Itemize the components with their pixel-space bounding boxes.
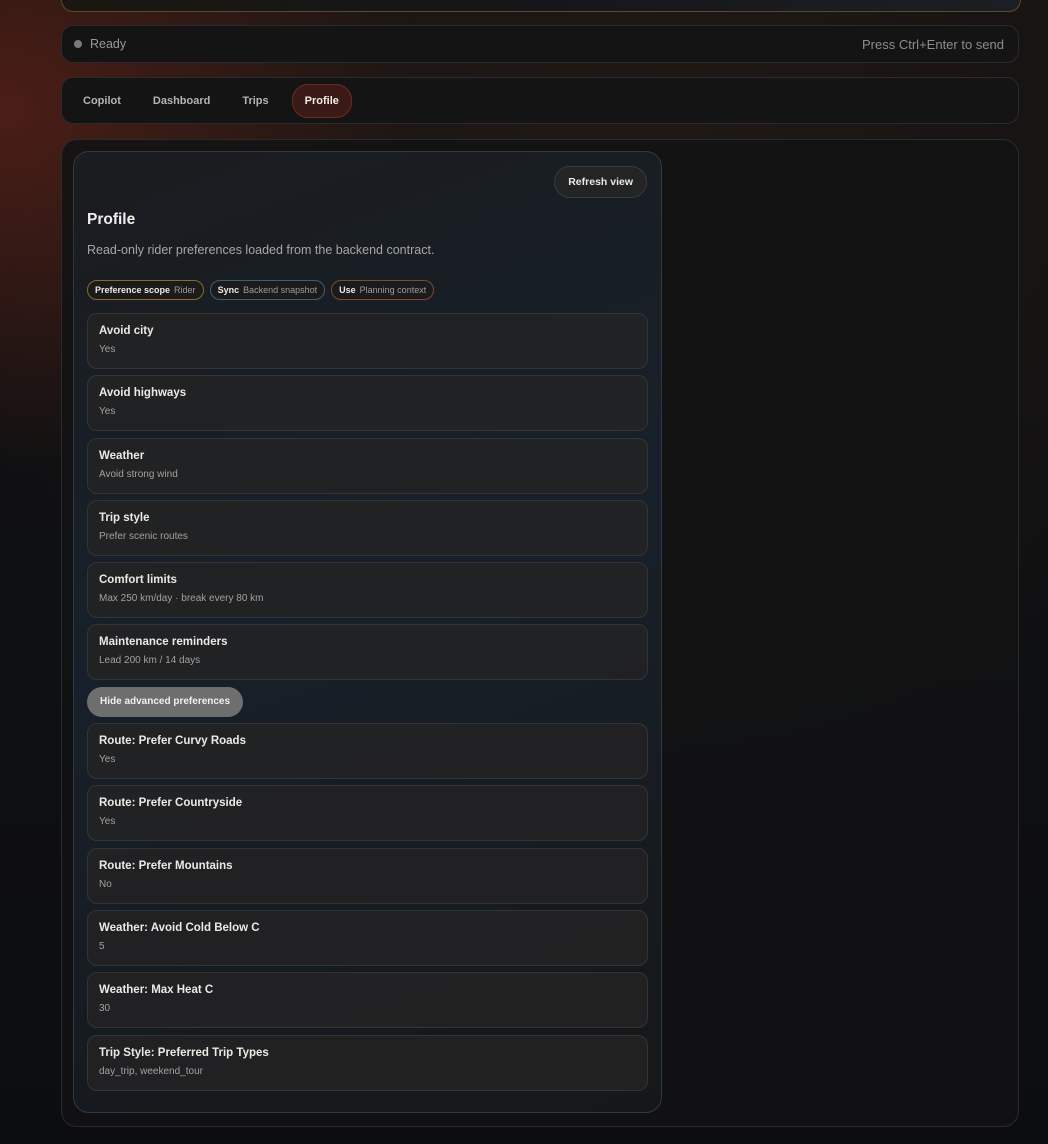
preference-label: Avoid city	[99, 325, 154, 337]
preference-label: Avoid highways	[99, 387, 187, 400]
preference-value: No	[99, 878, 112, 890]
hide-advanced-preferences-button[interactable]: Hide advanced preferences	[87, 686, 244, 717]
context-chips: Preference scope Rider Sync Backend snap…	[87, 280, 435, 300]
tab-copilot[interactable]: Copilot	[74, 84, 130, 118]
page-subtitle: Read-only rider preferences loaded from …	[87, 243, 435, 257]
preference-label: Trip Style: Preferred Trip Types	[99, 1046, 269, 1059]
refresh-view-button[interactable]: Refresh view	[554, 166, 647, 198]
preference-label: Route: Prefer Mountains	[99, 859, 233, 872]
preference-item: Weather Avoid strong wind	[87, 437, 648, 494]
status-text: Ready	[90, 37, 127, 51]
advanced-preference-item: Weather: Avoid Cold Below C 5	[87, 909, 648, 966]
preference-label: Maintenance reminders	[99, 636, 228, 649]
advanced-preference-item: Weather: Max Heat C 30	[87, 972, 648, 1029]
preference-value: Avoid strong wind	[99, 468, 178, 480]
chip-preference-scope: Preference scope Rider	[87, 280, 204, 300]
preference-item: Trip style Prefer scenic routes	[87, 499, 648, 556]
advanced-preference-item: Route: Prefer Countryside Yes	[87, 785, 648, 842]
profile-card: Refresh view Profile Read-only rider pre…	[73, 151, 662, 1113]
preference-item: Avoid highways Yes	[87, 375, 648, 432]
chip-use: Use Planning context	[331, 280, 435, 300]
chip-value: Rider	[174, 285, 196, 295]
chip-key: Preference scope	[95, 285, 171, 295]
preference-label: Trip style	[99, 511, 150, 524]
chip-value: Backend snapshot	[243, 285, 318, 295]
advanced-preference-item: Route: Prefer Mountains No	[87, 847, 648, 904]
preference-label: Weather: Avoid Cold Below C	[99, 921, 260, 934]
status-indicator-icon	[74, 40, 82, 48]
preference-label: Weather	[99, 449, 145, 462]
tab-dashboard[interactable]: Dashboard	[144, 84, 219, 118]
preference-value: Max 250 km/day · break every 80 km	[99, 593, 264, 605]
preference-label: Comfort limits	[99, 574, 177, 587]
tab-bar: Copilot Dashboard Trips Profile	[61, 77, 1019, 124]
preference-item: Avoid city Yes	[87, 313, 648, 369]
advanced-preference-item: Trip Style: Preferred Trip Types day_tri…	[87, 1034, 648, 1091]
page-title: Profile	[87, 211, 136, 228]
preference-label: Weather: Max Heat C	[99, 984, 214, 997]
preference-label: Route: Prefer Countryside	[99, 797, 243, 810]
send-shortcut-hint: Press Ctrl+Enter to send	[862, 36, 1004, 52]
tab-profile[interactable]: Profile	[291, 83, 352, 118]
preference-label: Route: Prefer Curvy Roads	[99, 735, 246, 748]
preference-value: Lead 200 km / 14 days	[99, 655, 201, 667]
advanced-preference-item: Route: Prefer Curvy Roads Yes	[87, 723, 648, 780]
tab-trips[interactable]: Trips	[233, 84, 277, 118]
preference-list: Avoid city Yes Avoid highways Yes Weathe…	[87, 313, 648, 1097]
preference-value: Prefer scenic routes	[99, 530, 188, 542]
preference-value: 30	[99, 1003, 111, 1015]
chip-key: Sync	[217, 285, 240, 295]
status-bar: Ready Press Ctrl+Enter to send	[61, 25, 1019, 63]
preference-value: Yes	[99, 816, 116, 828]
preference-value: Yes	[99, 754, 116, 766]
preference-value: Yes	[99, 406, 116, 418]
chip-sync: Sync Backend snapshot	[209, 280, 326, 300]
chip-key: Use	[339, 285, 356, 295]
composer-panel-edge	[61, 0, 1021, 12]
preference-item: Maintenance reminders Lead 200 km / 14 d…	[87, 624, 648, 681]
preference-value: 5	[99, 940, 105, 952]
preference-value: Yes	[99, 344, 116, 355]
preference-item: Comfort limits Max 250 km/day · break ev…	[87, 562, 648, 619]
preference-value: day_trip, weekend_tour	[99, 1065, 203, 1077]
chip-value: Planning context	[359, 285, 427, 295]
